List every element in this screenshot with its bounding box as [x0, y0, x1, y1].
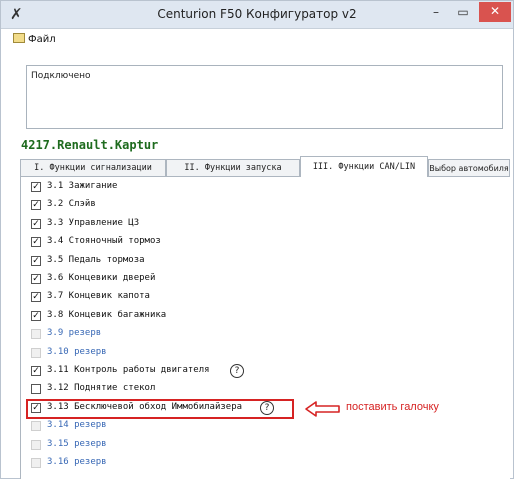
option-label: 3.1 Зажигание [47, 181, 118, 191]
tab-bar: I. Функции сигнализации II. Функции запу… [20, 156, 510, 177]
option-label: 3.12 Поднятие стекол [47, 383, 156, 394]
option-label: 3.4 Стояночный тормоз [47, 236, 161, 247]
option-label: 3.15 резерв [47, 438, 107, 449]
status-text: Подключено [31, 71, 91, 81]
tab-start-functions[interactable]: II. Функции запуска [166, 159, 300, 176]
option-checkbox [31, 421, 41, 432]
option-label: 3.5 Педаль тормоза [47, 254, 145, 265]
menu-file-label: Файл [28, 34, 56, 45]
option-checkbox[interactable]: ✓ [31, 182, 41, 192]
option-label: 3.14 резерв [47, 420, 107, 431]
tab-can-lin-functions[interactable]: III. Функции CAN/LIN [300, 156, 428, 177]
option-checkbox[interactable]: ✓ [31, 237, 41, 248]
car-model-title: 4217.Renault.Kaptur [21, 138, 159, 152]
option-checkbox[interactable] [31, 384, 41, 395]
tab-alarm-functions[interactable]: I. Функции сигнализации [20, 159, 166, 176]
menu-file[interactable]: Файл [13, 33, 56, 45]
option-checkbox [31, 458, 41, 468]
option-label: 3.11 Контроль работы двигателя [47, 365, 210, 375]
maximize-button[interactable]: ▭ [450, 3, 476, 22]
option-checkbox[interactable]: ✓ [31, 292, 41, 303]
option-checkbox [31, 439, 41, 450]
option-checkbox[interactable]: ✓ [31, 366, 41, 376]
annotation-text: поставить галочку [346, 401, 439, 413]
close-button[interactable]: ✕ [479, 2, 511, 22]
option-label: 3.8 Концевик багажника [47, 309, 167, 320]
option-checkbox[interactable]: ✓ [31, 310, 41, 321]
help-icon[interactable]: ? [230, 364, 244, 378]
title-bar[interactable]: ✗ Centurion F50 Конфигуратор v2 – ▭ ✕ [1, 1, 513, 29]
option-checkbox[interactable]: ✓ [31, 218, 41, 229]
left-arrow-icon [305, 401, 340, 417]
option-checkbox [31, 329, 41, 340]
option-checkbox[interactable]: ✓ [31, 200, 41, 211]
option-label: 3.3 Управление ЦЗ [47, 217, 140, 228]
tab-vehicle-select[interactable]: Выбор автомобиля [428, 159, 510, 176]
option-label: 3.10 резерв [47, 346, 107, 357]
option-label: 3.6 Концевики дверей [47, 273, 156, 283]
option-checkbox [31, 347, 41, 358]
minimize-button[interactable]: – [423, 3, 449, 22]
option-label: 3.7 Концевик капота [47, 291, 150, 302]
option-label: 3.9 резерв [47, 328, 102, 339]
menu-bar: Файл [1, 29, 513, 49]
option-checkbox[interactable]: ✓ [31, 274, 41, 284]
option-checkbox[interactable]: ✓ [31, 255, 41, 266]
option-label: 3.16 резерв [47, 457, 107, 467]
highlight-frame [26, 399, 294, 419]
option-label: 3.2 Слэйв [47, 199, 96, 210]
status-log[interactable]: Подключено [26, 65, 503, 129]
folder-icon [13, 33, 25, 43]
